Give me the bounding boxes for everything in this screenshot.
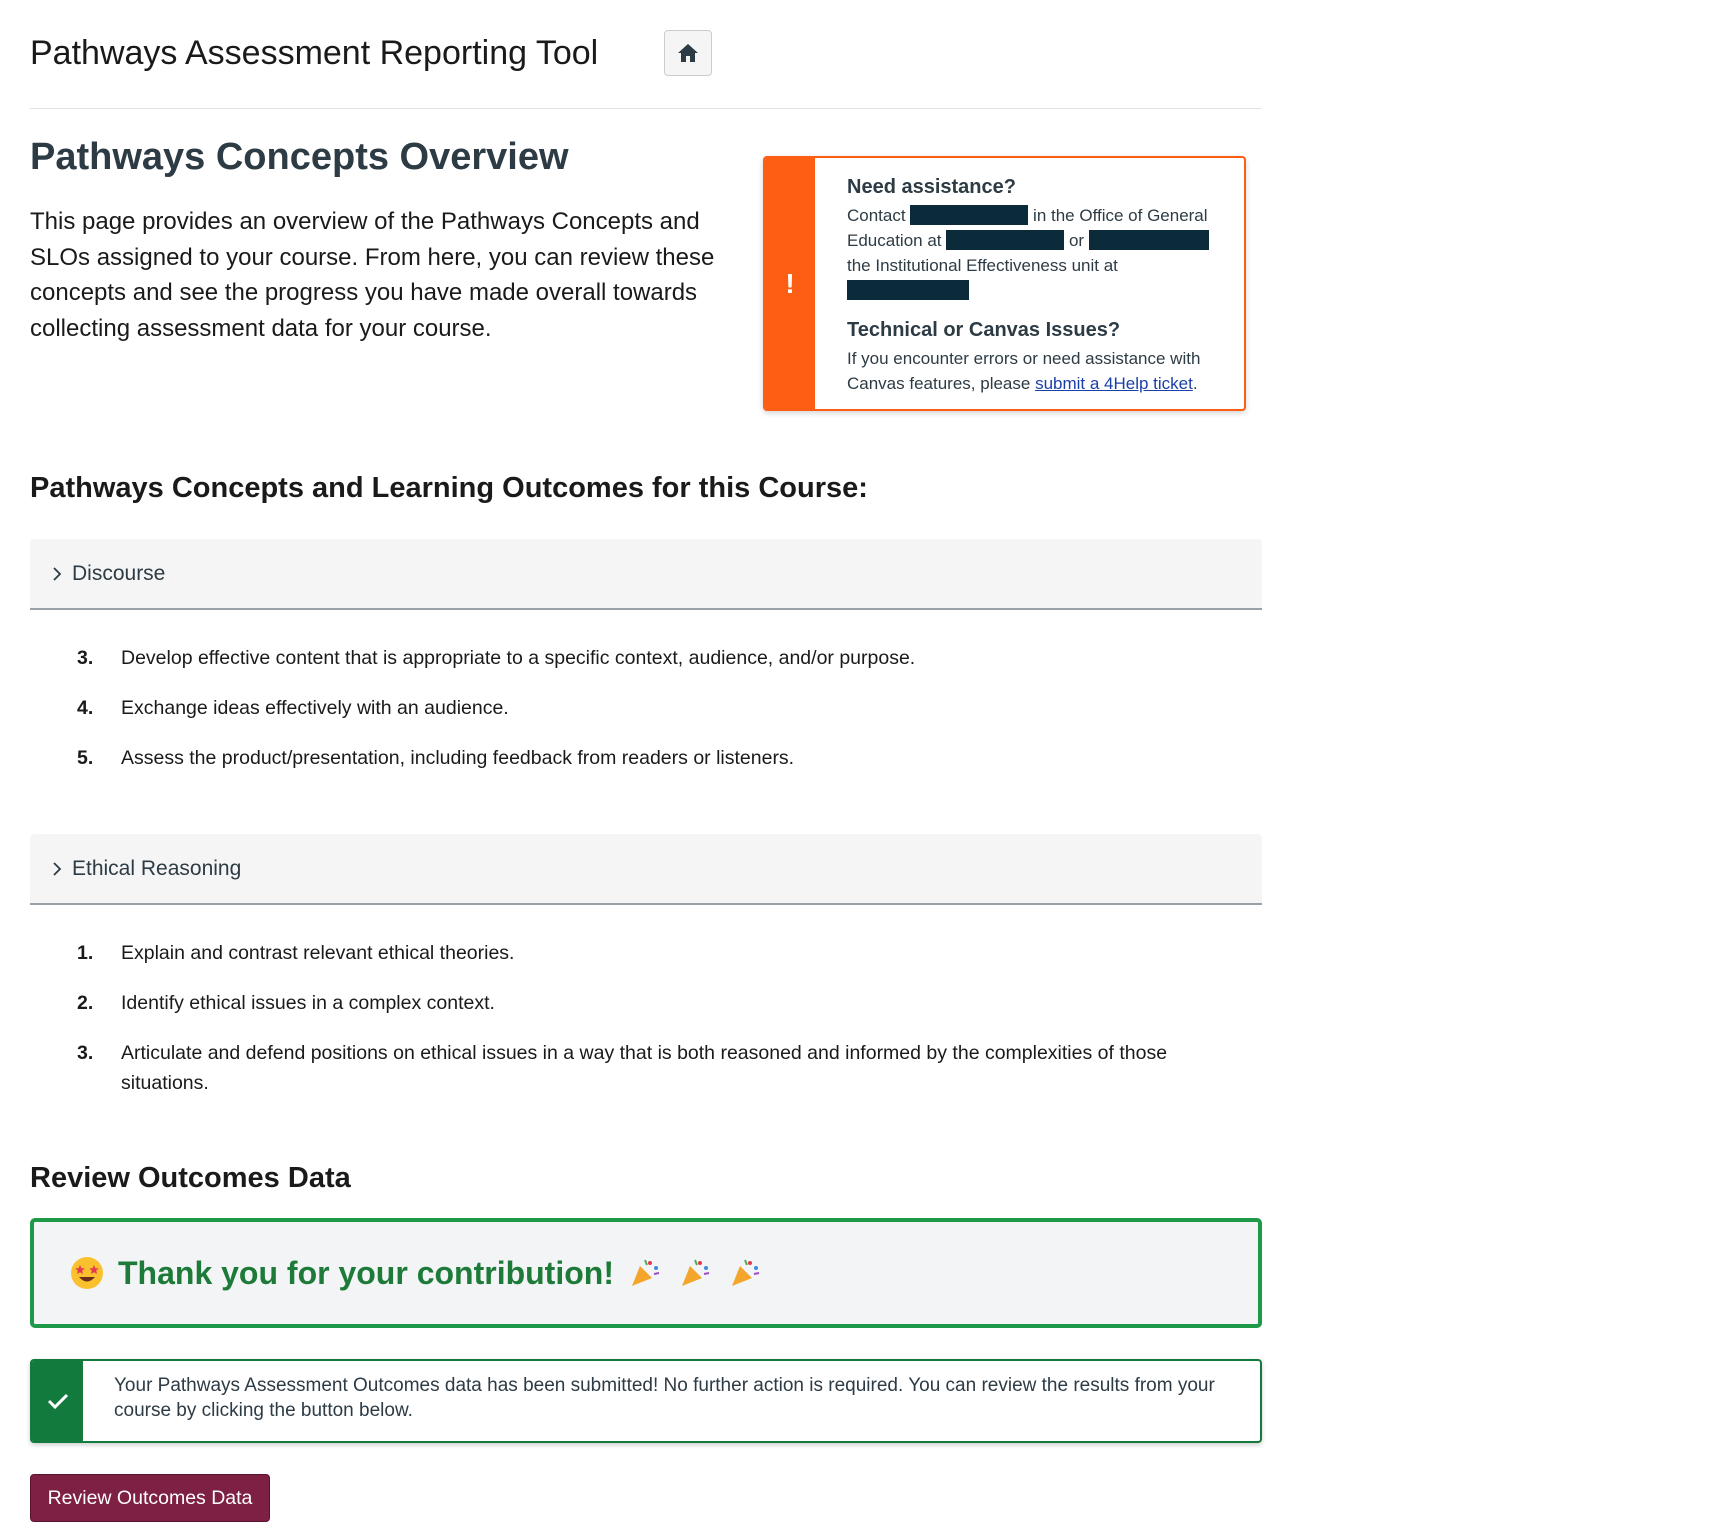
assistance-alert: ! Need assistance? Contact in the Office… (763, 156, 1246, 411)
outcome-number: 1. (77, 942, 94, 964)
party-popper-icon (631, 1259, 660, 1286)
list-item: 3. Articulate and defend positions on eth… (77, 1038, 1227, 1098)
app-title: Pathways Assessment Reporting Tool (30, 34, 599, 72)
chevron-right-icon (52, 861, 62, 877)
4help-ticket-link[interactable]: submit a 4Help ticket (1035, 374, 1193, 393)
list-item: 1. Explain and contrast relevant ethical … (77, 938, 1227, 968)
page-title: Pathways Concepts Overview (30, 136, 569, 178)
home-icon (678, 44, 698, 62)
outcome-number: 3. (77, 1042, 94, 1064)
redacted-email-1[interactable] (946, 230, 1065, 250)
checkmark-icon (47, 1393, 68, 1410)
exclamation-icon: ! (785, 267, 795, 299)
contact-or: or (1064, 231, 1089, 250)
party-popper-icon (681, 1259, 710, 1286)
review-section-title: Review Outcomes Data (30, 1162, 351, 1194)
assistance-content: Need assistance? Contact in the Office o… (847, 176, 1227, 396)
party-popper-icon (731, 1259, 760, 1286)
toggle-label: Discourse (72, 561, 166, 585)
list-item: 2. Identify ethical issues in a complex c… (77, 988, 1227, 1018)
outcome-number: 4. (77, 697, 94, 719)
success-message: Your Pathways Assessment Outcomes data h… (114, 1375, 1215, 1421)
toggle-ethical-reasoning[interactable]: Ethical Reasoning (30, 834, 1262, 905)
outcome-text: Explain and contrast relevant ethical th… (121, 942, 515, 964)
outcome-number: 5. (77, 747, 94, 769)
home-button[interactable] (664, 30, 712, 76)
review-outcomes-data-button[interactable]: Review Outcomes Data (30, 1474, 270, 1522)
tech-issues-text: If you encounter errors or need assistan… (847, 346, 1227, 396)
outcome-number: 2. (77, 992, 94, 1014)
overview-description: This page provides an overview of the Pa… (30, 208, 715, 342)
concepts-section-title: Pathways Concepts and Learning Outcomes … (30, 472, 868, 504)
list-item: 3. Develop effective content that is appr… (77, 643, 1227, 673)
assistance-alert-bar: ! (765, 158, 815, 409)
star-struck-emoji-icon (71, 1257, 103, 1289)
tech-end: . (1192, 374, 1198, 393)
redacted-contact-name[interactable] (910, 205, 1029, 225)
app-header: Pathways Assessment Reporting Tool (30, 28, 1262, 109)
assistance-contact-text: Contact in the Office of General Educati… (847, 203, 1227, 303)
list-item: 5. Assess the product/presentation, inclu… (77, 743, 1227, 773)
outcome-text: Identify ethical issues in a complex con… (121, 992, 495, 1014)
toggle-label: Ethical Reasoning (72, 856, 242, 880)
assistance-heading: Need assistance? (847, 176, 1016, 198)
submission-success-alert: Your Pathways Assessment Outcomes data h… (30, 1359, 1262, 1443)
outcome-text: Exchange ideas effectively with an audie… (121, 697, 509, 719)
success-alert-bar (32, 1361, 83, 1441)
outcome-text: Articulate and defend positions on ethic… (121, 1042, 1168, 1094)
thank-you-banner: Thank you for your contribution! (30, 1218, 1262, 1328)
list-item: 4. Exchange ideas effectively with an aud… (77, 693, 1227, 723)
contact-suffix: the Institutional Effectiveness unit at (847, 256, 1118, 275)
redacted-email-2[interactable] (1088, 230, 1209, 250)
toggle-discourse[interactable]: Discourse (30, 539, 1262, 610)
contact-prefix: Contact (847, 206, 911, 225)
outcome-number: 3. (77, 647, 94, 669)
ethical-reasoning-outcomes-list: 1. Explain and contrast relevant ethical … (77, 938, 1227, 1118)
discourse-outcomes-list: 3. Develop effective content that is appr… (77, 643, 1227, 793)
tech-issues-heading: Technical or Canvas Issues? (847, 319, 1121, 341)
chevron-right-icon (52, 566, 62, 582)
redacted-email-3[interactable] (847, 280, 969, 300)
thank-you-text: Thank you for your contribution! (118, 1254, 614, 1291)
outcome-text: Develop effective content that is approp… (121, 647, 916, 669)
outcome-text: Assess the product/presentation, includi… (121, 747, 795, 769)
